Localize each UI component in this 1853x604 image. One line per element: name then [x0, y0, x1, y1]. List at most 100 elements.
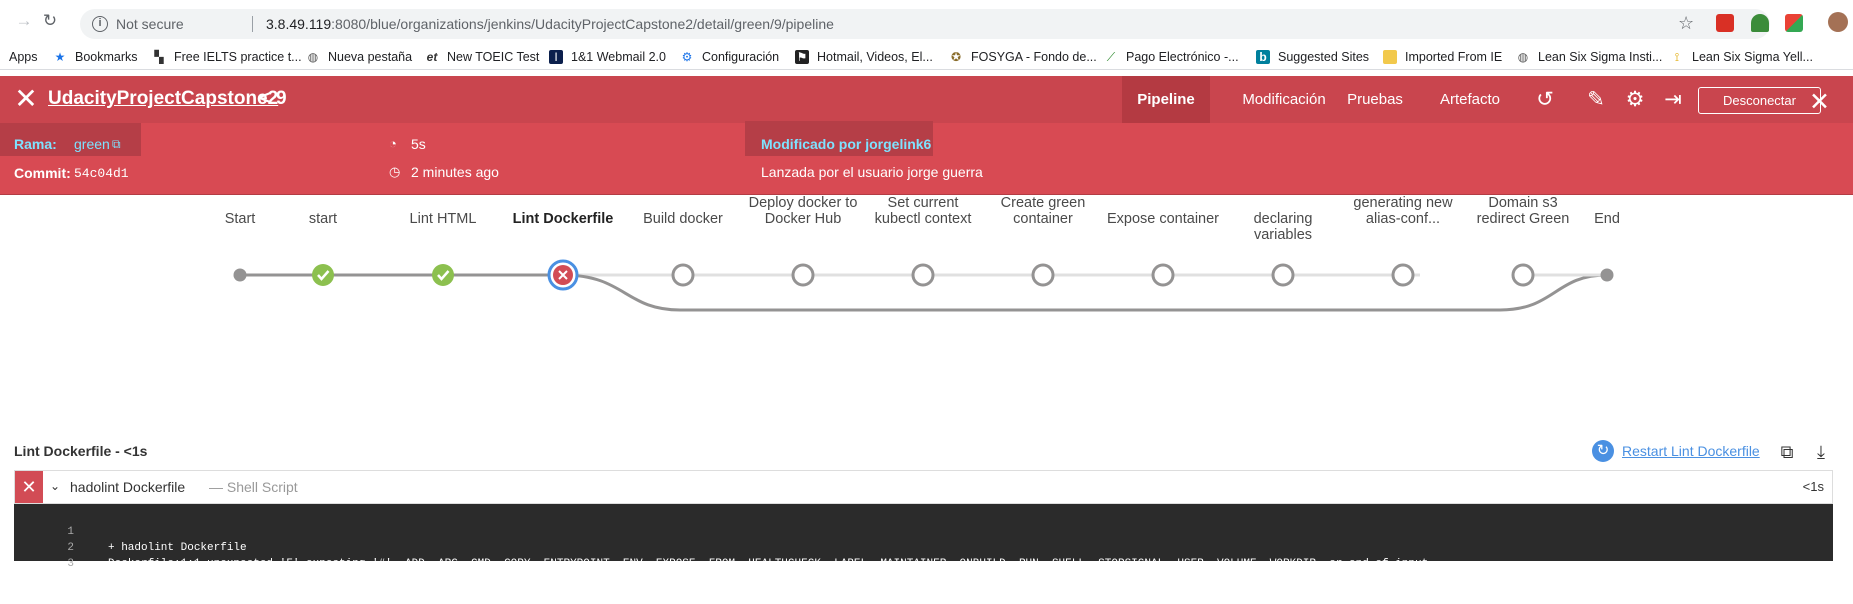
clock-icon: ◷	[389, 164, 401, 179]
bookmark-star-icon[interactable]: ☆	[1678, 13, 1694, 34]
browser-toolbar: → ↻ i Not secure 3.8.49.119:8080/blue/or…	[0, 0, 1853, 42]
stage-node-not-built[interactable]	[1511, 263, 1535, 287]
stage-node-success[interactable]	[312, 264, 334, 286]
divider	[252, 16, 253, 32]
leaf-icon: ⟋	[1106, 50, 1116, 64]
stage-node-not-built[interactable]	[1151, 263, 1175, 287]
restart-stage-button[interactable]: ↻ Restart Lint Dockerfile	[1592, 440, 1760, 462]
restart-icon: ↻	[1592, 440, 1614, 462]
stage-node-not-built[interactable]	[1271, 263, 1295, 287]
address-bar[interactable]: i Not secure 3.8.49.119:8080/blue/organi…	[80, 9, 1770, 39]
folder-icon	[1383, 50, 1397, 64]
tab-modificacion[interactable]: Modificación	[1226, 76, 1342, 123]
stage-nodes	[233, 259, 1614, 291]
profile-avatar[interactable]	[1828, 12, 1848, 32]
run-info-bar: Rama: green ⧉ Commit: 54c04d1 ◔ 5s ◷ 2 m…	[0, 121, 1853, 195]
gear-icon: ⚙	[681, 50, 693, 64]
pipeline-graph: Start start Lint HTML Lint Dockerfile Build …	[0, 195, 1853, 355]
bookmark-nueva-pestana[interactable]: ◍ Nueva pestaña	[306, 48, 412, 66]
bookmark-label: Free IELTS practice t...	[174, 50, 302, 64]
bookmark-label: Apps	[9, 50, 38, 64]
bookmark-toeic[interactable]: et New TOEIC Test	[425, 48, 540, 66]
bookmark-label: Lean Six Sigma Yell...	[1692, 50, 1813, 64]
restart-label: Restart Lint Dockerfile	[1622, 443, 1760, 459]
bookmark-label: FOSYGA - Fondo de...	[971, 50, 1097, 64]
bookmark-bookmarks[interactable]: ★ Bookmarks	[53, 48, 138, 66]
step-name: hadolint Dockerfile	[70, 479, 186, 495]
stage-node-not-built[interactable]	[1031, 263, 1055, 287]
chevron-down-icon[interactable]: ⌄	[50, 479, 60, 493]
tab-pruebas[interactable]: Pruebas	[1344, 76, 1406, 123]
bookmark-label: Suggested Sites	[1278, 50, 1370, 64]
bookmark-lean-insti[interactable]: ◍ Lean Six Sigma Insti...	[1516, 48, 1663, 66]
branch-label: Rama:	[14, 136, 57, 152]
bookmark-imported[interactable]: Imported From IE	[1383, 48, 1502, 66]
bookmark-label: Nueva pestaña	[328, 50, 413, 64]
stage-node-not-built[interactable]	[1391, 263, 1415, 287]
close-icon[interactable]: ✕	[13, 85, 39, 113]
bookmark-webmail[interactable]: I 1&1 Webmail 2.0	[549, 48, 666, 66]
console-output: 1 + hadolint Dockerfile 2 Dockerfile:1:1…	[14, 504, 1833, 586]
bookmark-lean-yell[interactable]: ⟟ Lean Six Sigma Yell...	[1670, 48, 1813, 66]
logout-button[interactable]: Desconectar	[1698, 87, 1821, 114]
forward-arrow-icon[interactable]: →	[14, 11, 34, 31]
bookmark-label: 1&1 Webmail 2.0	[571, 50, 666, 64]
bookmark-configuracion[interactable]: ⚙ Configuración	[680, 48, 780, 66]
line-number: 3	[67, 558, 74, 570]
stage-node-success[interactable]	[432, 264, 454, 286]
bookmark-label: Configuración	[702, 50, 780, 64]
bookmark-hotmail[interactable]: ⚑ Hotmail, Videos, El...	[795, 48, 933, 66]
gear-icon[interactable]: ⚙	[1623, 88, 1647, 112]
commit-hash[interactable]: 54c04d1	[74, 166, 129, 181]
et-icon: et	[426, 50, 438, 64]
bookmark-label: Bookmarks	[75, 50, 138, 64]
dark-square-icon: I	[549, 50, 563, 64]
bookmark-pago[interactable]: ⟋ Pago Electrónico -...	[1104, 48, 1239, 66]
stage-node-failed[interactable]	[547, 259, 579, 291]
globe-icon: ◍	[307, 50, 319, 64]
tab-pipeline[interactable]: Pipeline	[1122, 76, 1210, 123]
star-icon: ★	[54, 50, 66, 64]
modified-by[interactable]: Modificado por jorgelink6	[761, 136, 931, 152]
stage-node-start[interactable]	[233, 268, 247, 282]
edit-pencil-icon[interactable]: ✎	[1584, 88, 1608, 112]
url-path: :8080/blue/organizations/jenkins/Udacity…	[331, 16, 834, 32]
console-line: 1 + hadolint Dockerfile	[14, 508, 1833, 554]
close-icon[interactable]: ✕	[1809, 87, 1830, 117]
step-row[interactable]: ✕ ⌄ hadolint Dockerfile — Shell Script <…	[14, 470, 1833, 504]
info-icon[interactable]: i	[92, 16, 108, 32]
extension-tree-icon[interactable]	[1751, 14, 1769, 32]
bookmark-fosyga[interactable]: ✪ FOSYGA - Fondo de...	[949, 48, 1097, 66]
extension-red-icon[interactable]	[1716, 14, 1734, 32]
stage-node-not-built[interactable]	[671, 263, 695, 287]
launched-by: Lanzada por el usuario jorge guerra	[761, 164, 983, 180]
bookmark-suggested[interactable]: b Suggested Sites	[1256, 48, 1369, 66]
open-external-icon[interactable]: ⧉	[1776, 441, 1798, 463]
time-ago: 2 minutes ago	[411, 164, 499, 180]
extension-multicolor-icon[interactable]	[1785, 14, 1803, 32]
security-label: Not secure	[116, 16, 184, 32]
globe-icon: ◍	[1517, 50, 1529, 64]
bookmark-ielts[interactable]: ▚ Free IELTS practice t...	[152, 48, 302, 66]
console-line: 2 Dockerfile:1:1 unexpected 'F' expectin…	[14, 524, 1833, 570]
commit-label: Commit:	[14, 165, 71, 181]
chevron-left-icon[interactable]: <	[259, 88, 270, 110]
bookmark-apps[interactable]: Apps	[9, 48, 38, 66]
rerun-icon[interactable]: ↺	[1533, 88, 1557, 112]
flag-icon: ⚑	[795, 50, 809, 64]
project-link[interactable]: UdacityProjectCapstone2	[48, 88, 278, 110]
reload-icon[interactable]: ↻	[40, 11, 60, 31]
run-number: 9	[276, 88, 287, 109]
run-header: ✕ UdacityProjectCapstone2 < 9 Pipeline M…	[0, 76, 1853, 123]
external-link-icon[interactable]: ⧉	[112, 137, 121, 152]
stage-node-not-built[interactable]	[911, 263, 935, 287]
runner-icon: ⟟	[1674, 50, 1680, 64]
branch-link[interactable]: green	[74, 136, 110, 152]
stage-node-end[interactable]	[1600, 268, 1614, 282]
url-text[interactable]: 3.8.49.119:8080/blue/organizations/jenki…	[266, 16, 834, 32]
download-icon[interactable]: ⤓	[1810, 441, 1832, 463]
exit-icon[interactable]: ⇥	[1661, 88, 1685, 112]
seal-icon: ✪	[950, 50, 962, 64]
stage-node-not-built[interactable]	[791, 263, 815, 287]
tab-artefacto[interactable]: Artefacto	[1432, 76, 1508, 123]
